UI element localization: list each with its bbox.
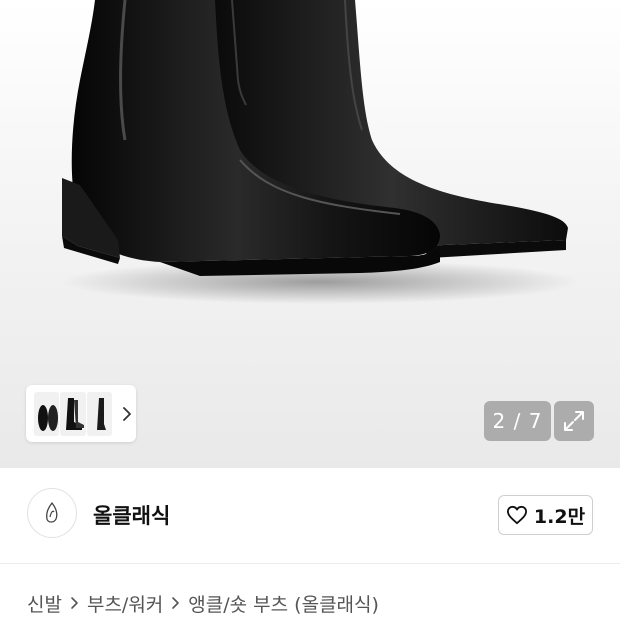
breadcrumb-item-shoes[interactable]: 신발 [27,590,62,617]
breadcrumb-item-boots-walker[interactable]: 부츠/워커 [87,590,163,617]
thumbnail-2[interactable] [60,391,86,436]
breadcrumb: 신발 부츠/워커 앵클/숏 부츠 (올클래식) [27,590,379,616]
product-image-gallery[interactable]: 2 / 7 [0,0,620,468]
thumbnail-image [34,391,60,436]
thumbnail-1[interactable] [34,391,60,436]
brand-logo-mark [46,501,58,523]
chevron-right-icon [171,596,180,610]
brand-section: 올클래식 1.2만 [0,468,620,564]
like-button[interactable]: 1.2만 [498,495,593,535]
heart-outline-icon [506,505,527,525]
chevron-right-icon [122,406,131,421]
chevron-right-icon [70,596,79,610]
thumbnail-next-button[interactable] [117,392,136,436]
like-count: 1.2만 [533,505,586,528]
expand-button[interactable] [554,401,594,441]
brand-name[interactable]: 올클래식 [93,500,170,530]
breadcrumb-item-ankle-short-boots[interactable]: 앵클/숏 부츠 (올클래식) [188,590,379,617]
image-counter: 2 / 7 [484,401,551,441]
brand-logo-icon[interactable] [27,488,77,538]
expand-arrows-icon [564,411,584,431]
thumbnail-3[interactable] [86,391,113,436]
thumbnail-image [60,391,86,436]
thumbnail-strip[interactable] [26,385,136,442]
thumbnail-image [86,391,113,436]
